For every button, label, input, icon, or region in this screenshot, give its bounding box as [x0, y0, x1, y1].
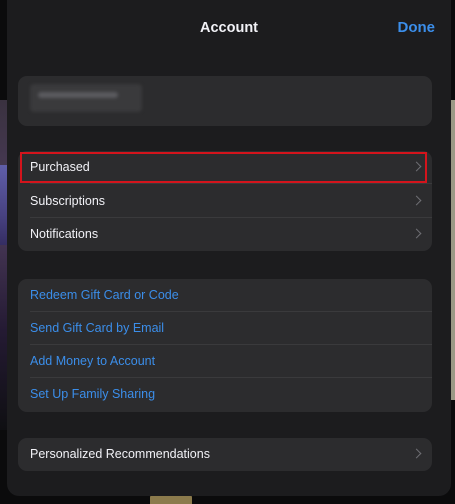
row-subscriptions[interactable]: Subscriptions — [18, 185, 432, 218]
done-button[interactable]: Done — [398, 19, 436, 36]
row-label: Purchased — [30, 160, 90, 174]
chevron-right-icon — [411, 448, 422, 459]
divider — [30, 183, 432, 184]
redeem-gift-card-link[interactable]: Redeem Gift Card or Code — [18, 279, 432, 312]
account-sheet: Account Done Purchased Subscriptions Not… — [7, 0, 451, 496]
navigation-bar: Account Done — [7, 0, 451, 56]
family-sharing-link[interactable]: Set Up Family Sharing — [18, 378, 432, 411]
link-label: Add Money to Account — [30, 354, 156, 368]
row-personalized-recommendations[interactable]: Personalized Recommendations — [18, 438, 432, 471]
link-label: Send Gift Card by Email — [30, 321, 165, 335]
profile-name-blurred — [30, 84, 142, 112]
account-section: Purchased Subscriptions Notifications — [18, 151, 432, 251]
profile-name-text-redacted — [38, 92, 118, 98]
row-label: Subscriptions — [30, 194, 106, 208]
add-money-link[interactable]: Add Money to Account — [18, 345, 432, 378]
link-label: Set Up Family Sharing — [30, 387, 156, 401]
link-label: Redeem Gift Card or Code — [30, 288, 179, 302]
row-notifications[interactable]: Notifications — [18, 218, 432, 251]
chevron-right-icon — [411, 195, 422, 206]
recommendations-section: Personalized Recommendations — [18, 438, 432, 471]
send-gift-card-link[interactable]: Send Gift Card by Email — [18, 312, 432, 345]
row-label: Personalized Recommendations — [30, 447, 210, 461]
page-title: Account — [200, 20, 258, 36]
chevron-right-icon — [411, 161, 422, 172]
chevron-right-icon — [411, 228, 422, 239]
row-purchased[interactable]: Purchased — [18, 151, 432, 184]
row-label: Notifications — [30, 227, 99, 241]
actions-section: Redeem Gift Card or Code Send Gift Card … — [18, 279, 432, 412]
profile-card[interactable] — [18, 76, 432, 126]
